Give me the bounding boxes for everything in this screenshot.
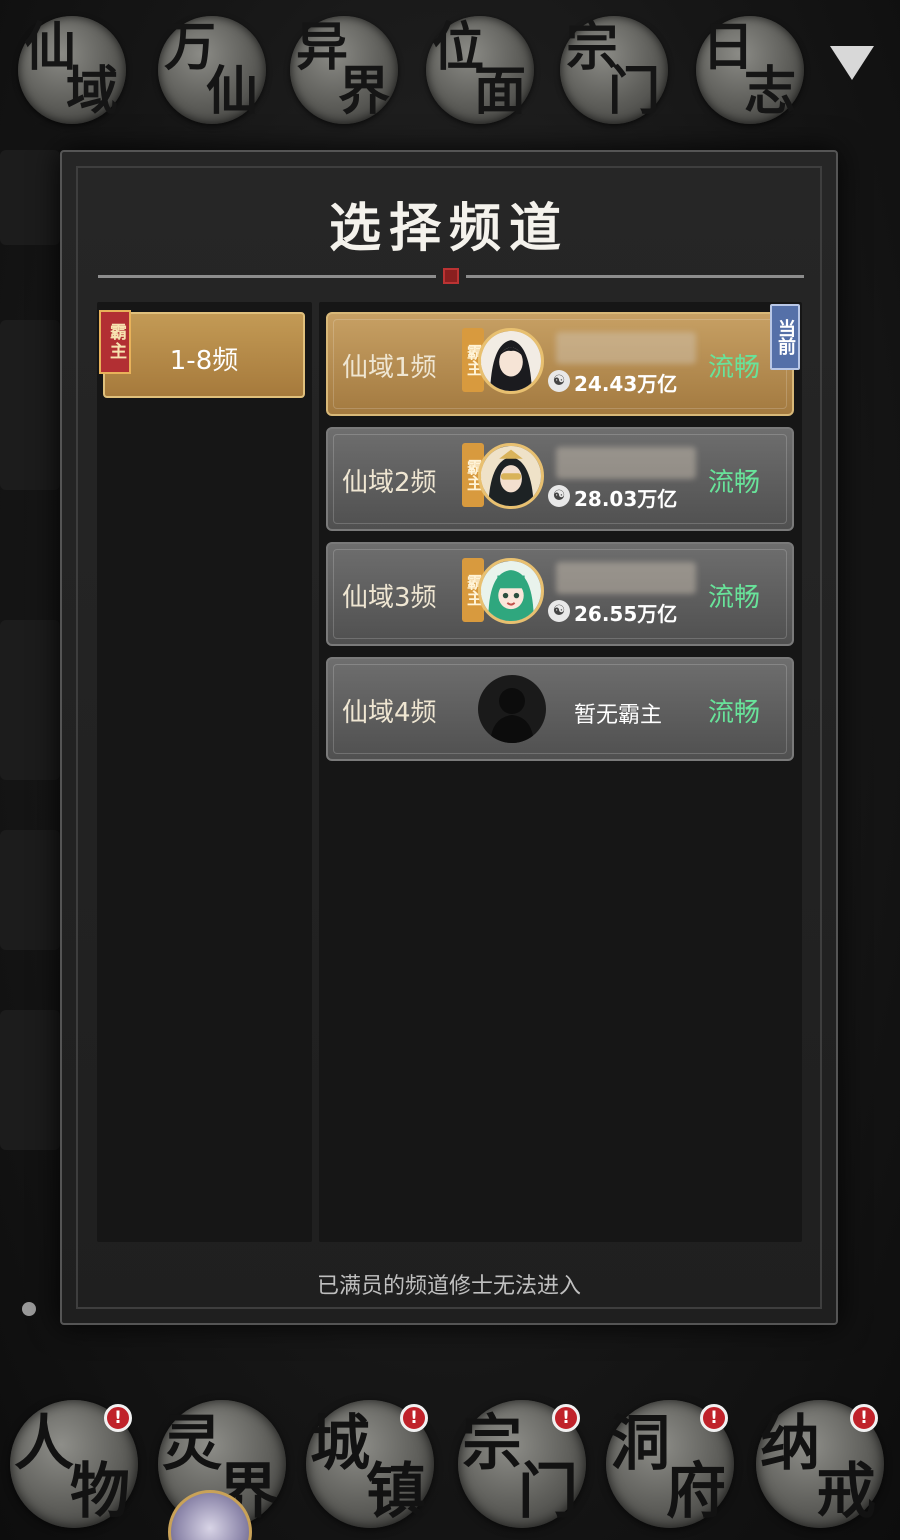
- overlord-power: 28.03万亿: [574, 487, 678, 511]
- nav-label: 门: [518, 1457, 578, 1527]
- nav-town-button[interactable]: 城 镇 !: [306, 1400, 434, 1528]
- dialog-footer-note: 已满员的频道修士无法进入: [316, 1274, 581, 1299]
- overlord-power: 26.55万亿: [574, 602, 678, 626]
- nav-wanxian-button[interactable]: 万 仙: [158, 16, 266, 124]
- overlord-name-hidden: [556, 447, 696, 479]
- silhouette-icon: [490, 688, 534, 743]
- channel-select-dialog: 选择频道 霸主 1-8频 仙域1频 霸主 ☯ 24.43万亿 流畅 当前 仙域2…: [60, 150, 838, 1325]
- nav-label: 镇: [366, 1457, 426, 1527]
- nav-ring-button[interactable]: 纳 戒 !: [756, 1400, 884, 1528]
- channel-name: 仙域1频: [342, 353, 437, 383]
- portrait-icon: [481, 561, 541, 621]
- channel-name: 仙域4频: [342, 698, 437, 728]
- nav-label: 物: [70, 1457, 130, 1527]
- nav-label: 人: [14, 1409, 74, 1479]
- bg-character-card: [0, 320, 60, 490]
- nav-yijie-button[interactable]: 异 界: [290, 16, 398, 124]
- overlord-name-hidden: [556, 332, 696, 364]
- top-nav: 仙 域 万 仙 异 界 位 面 宗 门 日 志: [18, 10, 888, 130]
- channel-status: 流畅: [707, 353, 760, 383]
- yinyang-icon: ☯: [548, 370, 570, 392]
- nav-label: 城: [310, 1409, 370, 1479]
- channel-status: 流畅: [707, 583, 760, 613]
- title-divider: [98, 275, 436, 278]
- overlord-power: 24.43万亿: [574, 372, 678, 396]
- dialog-title: 选择频道: [328, 198, 569, 259]
- nav-label: 面: [474, 61, 527, 122]
- dropdown-arrow-icon[interactable]: [830, 46, 874, 80]
- nav-label: 洞: [610, 1409, 670, 1479]
- page-indicator-dot: [22, 1302, 36, 1316]
- alert-badge-icon: !: [400, 1404, 428, 1432]
- channel-name: 仙域3频: [342, 583, 437, 613]
- nav-label: 仙: [206, 61, 259, 122]
- no-overlord-label: 暂无霸主: [574, 703, 663, 728]
- nav-label: 界: [338, 61, 391, 122]
- portrait-icon: [481, 331, 541, 391]
- bg-character-card: [0, 1010, 60, 1150]
- title-divider: [466, 275, 804, 278]
- yinyang-icon: ☯: [548, 600, 570, 622]
- channel-item-3[interactable]: 仙域3频 霸主 ☯ 26.55万亿 流畅: [326, 542, 794, 646]
- nav-label: 门: [608, 61, 661, 122]
- bottom-nav: 人 物 ! 灵 界 城 镇 ! 宗 门 ! 洞 府 ! 纳 戒 !: [0, 1380, 900, 1540]
- nav-zongmen-button[interactable]: 宗 门: [560, 16, 668, 124]
- overlord-avatar: [478, 443, 544, 509]
- channel-group-label: 1-8频: [169, 346, 239, 376]
- bg-character-card: [0, 830, 60, 950]
- current-channel-tag: 当前: [770, 304, 800, 370]
- alert-badge-icon: !: [552, 1404, 580, 1432]
- nav-character-button[interactable]: 人 物 !: [10, 1400, 138, 1528]
- empty-avatar: [478, 675, 546, 743]
- nav-cave-button[interactable]: 洞 府 !: [606, 1400, 734, 1528]
- overlord-avatar: [478, 328, 544, 394]
- channel-item-1[interactable]: 仙域1频 霸主 ☯ 24.43万亿 流畅 当前: [326, 304, 800, 416]
- nav-sect-button[interactable]: 宗 门 !: [458, 1400, 586, 1528]
- nav-label: 宗: [462, 1409, 522, 1479]
- seal-icon: [443, 268, 459, 284]
- nav-label: 纳: [760, 1409, 820, 1479]
- overlord-name-hidden: [556, 562, 696, 594]
- channel-name: 仙域2频: [342, 468, 437, 498]
- yinyang-icon: ☯: [548, 485, 570, 507]
- channel-status: 流畅: [707, 468, 760, 498]
- alert-badge-icon: !: [104, 1404, 132, 1432]
- nav-label: 域: [66, 61, 119, 122]
- channel-group-1-8[interactable]: 霸主 1-8频: [99, 310, 305, 398]
- channel-group-list: 霸主 1-8频: [97, 302, 312, 1242]
- nav-weimian-button[interactable]: 位 面: [426, 16, 534, 124]
- bg-event-card: [0, 150, 60, 245]
- nav-rizhi-button[interactable]: 日 志: [696, 16, 804, 124]
- alert-badge-icon: !: [850, 1404, 878, 1432]
- nav-xianyu-button[interactable]: 仙 域: [18, 16, 126, 124]
- alert-badge-icon: !: [700, 1404, 728, 1432]
- channel-item-2[interactable]: 仙域2频 霸主 ☯ 28.03万亿 流畅: [326, 427, 794, 531]
- bg-character-card: [0, 620, 60, 780]
- nav-label: 戒: [816, 1457, 876, 1527]
- channel-list: 仙域1频 霸主 ☯ 24.43万亿 流畅 当前 仙域2频 霸主 ☯ 28.03万…: [319, 302, 802, 1242]
- portrait-icon: [481, 446, 541, 506]
- nav-label: 府: [666, 1457, 726, 1527]
- nav-label: 灵: [162, 1409, 222, 1479]
- nav-label: 志: [744, 61, 797, 122]
- channel-item-4[interactable]: 仙域4频 暂无霸主 流畅: [326, 657, 794, 761]
- overlord-avatar: [478, 558, 544, 624]
- channel-status: 流畅: [707, 698, 760, 728]
